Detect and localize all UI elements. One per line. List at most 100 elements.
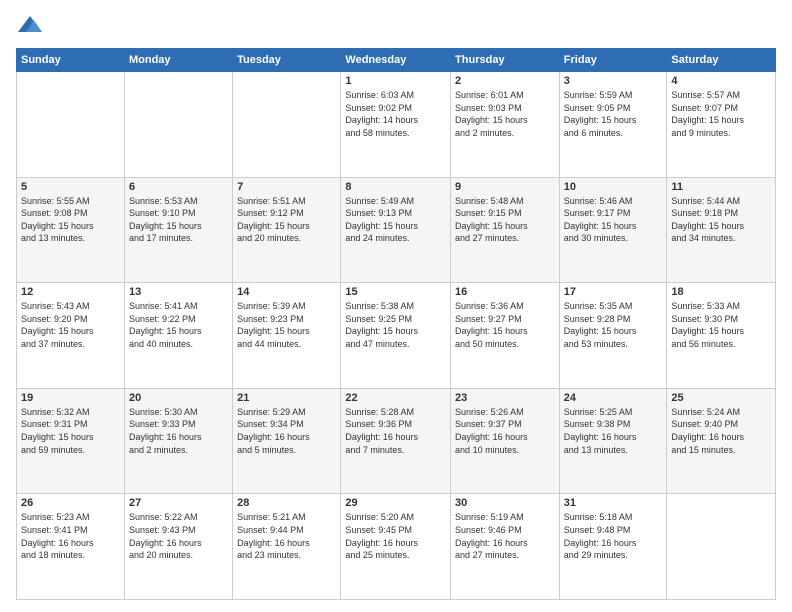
day-info: Sunrise: 5:24 AM Sunset: 9:40 PM Dayligh… [671, 406, 771, 456]
day-info: Sunrise: 5:43 AM Sunset: 9:20 PM Dayligh… [21, 300, 120, 350]
day-number: 7 [237, 181, 336, 193]
logo [16, 12, 48, 40]
day-info: Sunrise: 5:30 AM Sunset: 9:33 PM Dayligh… [129, 406, 228, 456]
day-cell: 8 Sunrise: 5:49 AM Sunset: 9:13 PM Daylig… [341, 177, 451, 283]
day-info: Sunrise: 5:32 AM Sunset: 9:31 PM Dayligh… [21, 406, 120, 456]
header [16, 12, 776, 40]
day-info: Sunrise: 5:33 AM Sunset: 9:30 PM Dayligh… [671, 300, 771, 350]
day-cell [17, 72, 125, 178]
day-number: 26 [21, 497, 120, 509]
day-number: 23 [455, 392, 555, 404]
week-row-5: 26 Sunrise: 5:23 AM Sunset: 9:41 PM Dayli… [17, 494, 776, 600]
header-cell-monday: Monday [124, 49, 232, 72]
day-number: 14 [237, 286, 336, 298]
day-info: Sunrise: 6:01 AM Sunset: 9:03 PM Dayligh… [455, 89, 555, 139]
day-cell: 15 Sunrise: 5:38 AM Sunset: 9:25 PM Dayli… [341, 283, 451, 389]
day-number: 30 [455, 497, 555, 509]
day-cell: 17 Sunrise: 5:35 AM Sunset: 9:28 PM Dayli… [559, 283, 667, 389]
day-info: Sunrise: 5:19 AM Sunset: 9:46 PM Dayligh… [455, 511, 555, 561]
header-cell-wednesday: Wednesday [341, 49, 451, 72]
day-number: 8 [345, 181, 446, 193]
day-number: 10 [564, 181, 663, 193]
day-info: Sunrise: 6:03 AM Sunset: 9:02 PM Dayligh… [345, 89, 446, 139]
day-info: Sunrise: 5:59 AM Sunset: 9:05 PM Dayligh… [564, 89, 663, 139]
day-number: 15 [345, 286, 446, 298]
day-cell: 7 Sunrise: 5:51 AM Sunset: 9:12 PM Daylig… [233, 177, 341, 283]
day-cell: 26 Sunrise: 5:23 AM Sunset: 9:41 PM Dayli… [17, 494, 125, 600]
day-info: Sunrise: 5:35 AM Sunset: 9:28 PM Dayligh… [564, 300, 663, 350]
day-cell: 19 Sunrise: 5:32 AM Sunset: 9:31 PM Dayli… [17, 388, 125, 494]
header-cell-thursday: Thursday [451, 49, 560, 72]
day-cell: 6Sunrise: 5:53 AM Sunset: 9:10 PM Daylig… [124, 177, 232, 283]
header-cell-friday: Friday [559, 49, 667, 72]
logo-icon [16, 12, 44, 40]
day-info: Sunrise: 5:23 AM Sunset: 9:41 PM Dayligh… [21, 511, 120, 561]
day-cell: 25 Sunrise: 5:24 AM Sunset: 9:40 PM Dayli… [667, 388, 776, 494]
day-cell [667, 494, 776, 600]
day-number: 28 [237, 497, 336, 509]
week-row-3: 12 Sunrise: 5:43 AM Sunset: 9:20 PM Dayli… [17, 283, 776, 389]
day-number: 29 [345, 497, 446, 509]
day-info: Sunrise: 5:38 AM Sunset: 9:25 PM Dayligh… [345, 300, 446, 350]
day-number: 11 [671, 181, 771, 193]
day-cell [124, 72, 232, 178]
day-cell: 20 Sunrise: 5:30 AM Sunset: 9:33 PM Dayli… [124, 388, 232, 494]
calendar-table: SundayMondayTuesdayWednesdayThursdayFrid… [16, 48, 776, 600]
day-number: 13 [129, 286, 228, 298]
header-cell-tuesday: Tuesday [233, 49, 341, 72]
day-cell: 29 Sunrise: 5:20 AM Sunset: 9:45 PM Dayli… [341, 494, 451, 600]
day-number: 19 [21, 392, 120, 404]
day-cell: 9 Sunrise: 5:48 AM Sunset: 9:15 PM Daylig… [451, 177, 560, 283]
day-info: Sunrise: 5:48 AM Sunset: 9:15 PM Dayligh… [455, 195, 555, 245]
day-info: Sunrise: 5:26 AM Sunset: 9:37 PM Dayligh… [455, 406, 555, 456]
day-cell: 24Sunrise: 5:25 AM Sunset: 9:38 PM Dayli… [559, 388, 667, 494]
day-number: 16 [455, 286, 555, 298]
day-info: Sunrise: 5:18 AM Sunset: 9:48 PM Dayligh… [564, 511, 663, 561]
day-cell: 1 Sunrise: 6:03 AM Sunset: 9:02 PM Daylig… [341, 72, 451, 178]
day-info: Sunrise: 5:46 AM Sunset: 9:17 PM Dayligh… [564, 195, 663, 245]
day-info: Sunrise: 5:49 AM Sunset: 9:13 PM Dayligh… [345, 195, 446, 245]
day-number: 12 [21, 286, 120, 298]
day-cell: 12 Sunrise: 5:43 AM Sunset: 9:20 PM Dayli… [17, 283, 125, 389]
day-number: 4 [671, 75, 771, 87]
day-info: Sunrise: 5:44 AM Sunset: 9:18 PM Dayligh… [671, 195, 771, 245]
day-info: Sunrise: 5:29 AM Sunset: 9:34 PM Dayligh… [237, 406, 336, 456]
day-info: Sunrise: 5:41 AM Sunset: 9:22 PM Dayligh… [129, 300, 228, 350]
day-number: 31 [564, 497, 663, 509]
week-row-1: 1 Sunrise: 6:03 AM Sunset: 9:02 PM Daylig… [17, 72, 776, 178]
day-number: 6 [129, 181, 228, 193]
day-number: 1 [345, 75, 446, 87]
day-cell: 14 Sunrise: 5:39 AM Sunset: 9:23 PM Dayli… [233, 283, 341, 389]
day-cell: 2Sunrise: 6:01 AM Sunset: 9:03 PM Daylig… [451, 72, 560, 178]
day-number: 9 [455, 181, 555, 193]
day-cell: 16Sunrise: 5:36 AM Sunset: 9:27 PM Dayli… [451, 283, 560, 389]
week-row-2: 5 Sunrise: 5:55 AM Sunset: 9:08 PM Daylig… [17, 177, 776, 283]
day-number: 25 [671, 392, 771, 404]
day-cell: 13 Sunrise: 5:41 AM Sunset: 9:22 PM Dayli… [124, 283, 232, 389]
day-cell: 3 Sunrise: 5:59 AM Sunset: 9:05 PM Daylig… [559, 72, 667, 178]
day-cell: 30 Sunrise: 5:19 AM Sunset: 9:46 PM Dayli… [451, 494, 560, 600]
day-number: 20 [129, 392, 228, 404]
day-info: Sunrise: 5:28 AM Sunset: 9:36 PM Dayligh… [345, 406, 446, 456]
day-info: Sunrise: 5:51 AM Sunset: 9:12 PM Dayligh… [237, 195, 336, 245]
day-number: 3 [564, 75, 663, 87]
day-info: Sunrise: 5:20 AM Sunset: 9:45 PM Dayligh… [345, 511, 446, 561]
day-info: Sunrise: 5:39 AM Sunset: 9:23 PM Dayligh… [237, 300, 336, 350]
day-cell: 10 Sunrise: 5:46 AM Sunset: 9:17 PM Dayli… [559, 177, 667, 283]
day-info: Sunrise: 5:21 AM Sunset: 9:44 PM Dayligh… [237, 511, 336, 561]
day-cell: 18 Sunrise: 5:33 AM Sunset: 9:30 PM Dayli… [667, 283, 776, 389]
day-number: 17 [564, 286, 663, 298]
day-cell: 22 Sunrise: 5:28 AM Sunset: 9:36 PM Dayli… [341, 388, 451, 494]
day-cell [233, 72, 341, 178]
day-info: Sunrise: 5:22 AM Sunset: 9:43 PM Dayligh… [129, 511, 228, 561]
day-cell: 11 Sunrise: 5:44 AM Sunset: 9:18 PM Dayli… [667, 177, 776, 283]
day-number: 22 [345, 392, 446, 404]
header-row: SundayMondayTuesdayWednesdayThursdayFrid… [17, 49, 776, 72]
header-cell-saturday: Saturday [667, 49, 776, 72]
day-cell: 4Sunrise: 5:57 AM Sunset: 9:07 PM Daylig… [667, 72, 776, 178]
day-number: 5 [21, 181, 120, 193]
day-info: Sunrise: 5:55 AM Sunset: 9:08 PM Dayligh… [21, 195, 120, 245]
day-number: 18 [671, 286, 771, 298]
day-cell: 23 Sunrise: 5:26 AM Sunset: 9:37 PM Dayli… [451, 388, 560, 494]
day-cell: 5 Sunrise: 5:55 AM Sunset: 9:08 PM Daylig… [17, 177, 125, 283]
